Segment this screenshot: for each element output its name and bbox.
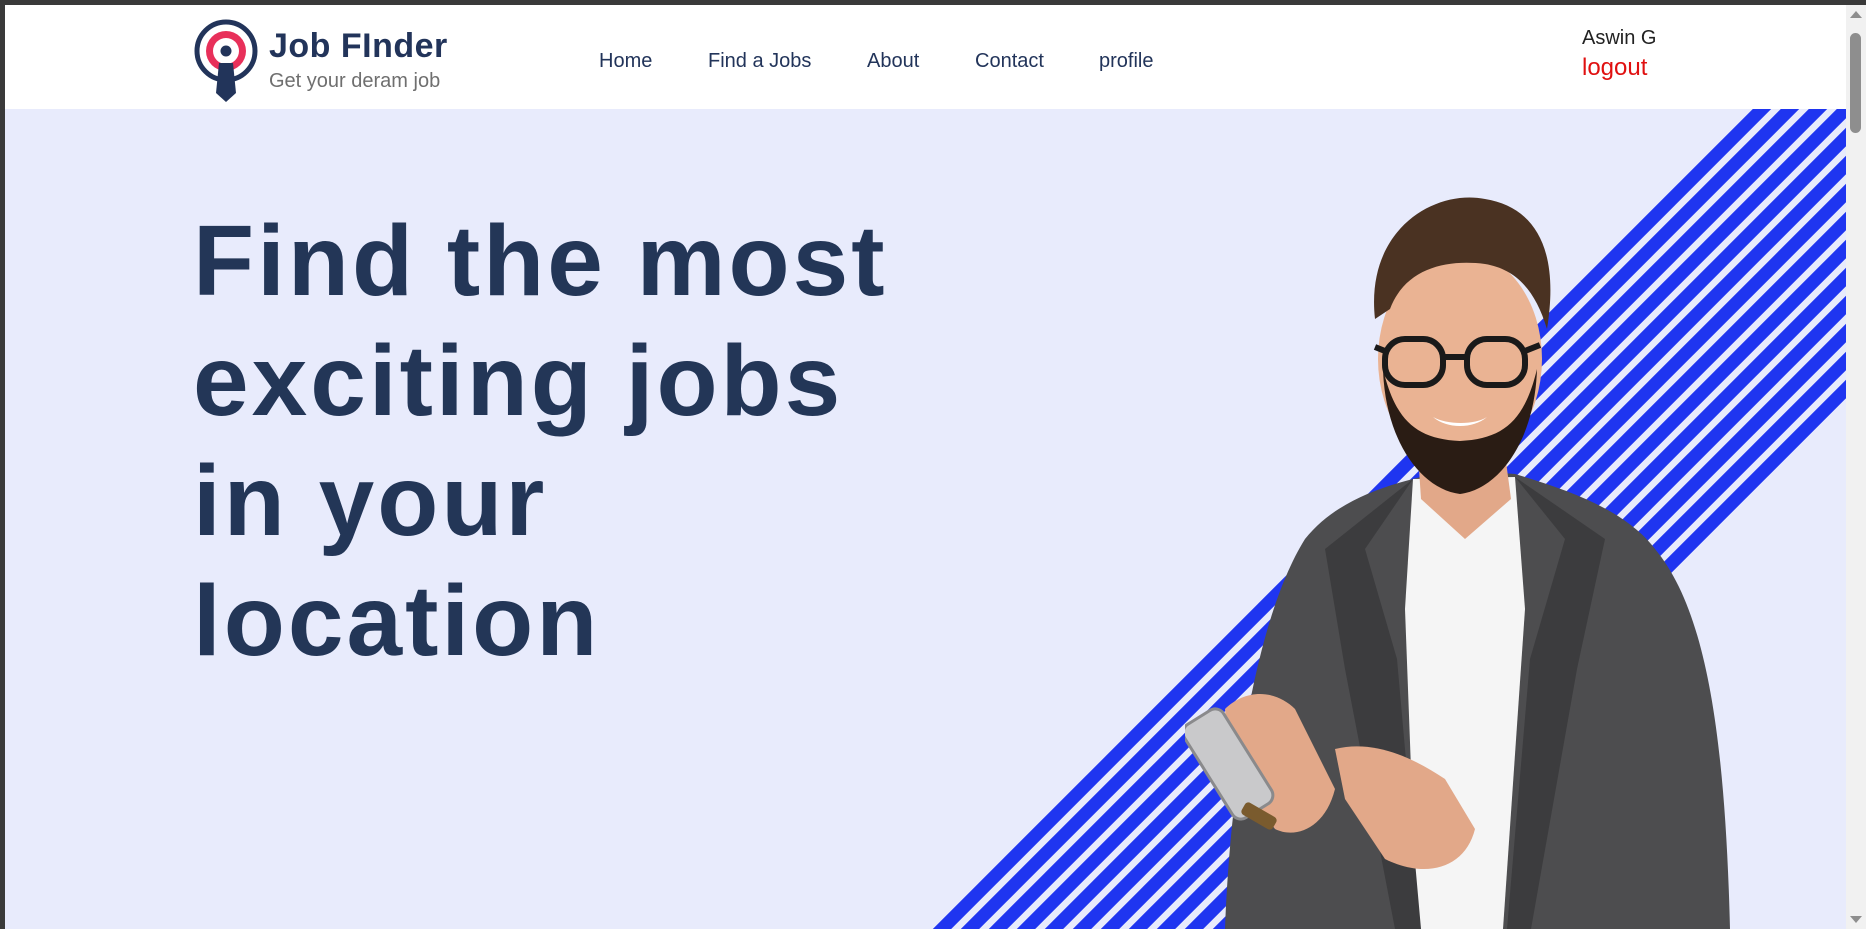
hero-section: Find the most exciting jobs in your loca…: [5, 109, 1846, 929]
logout-link[interactable]: logout: [1582, 54, 1656, 82]
smiling-man-holding-phone-photo: [1185, 197, 1730, 929]
job-finder-logo-icon: [194, 19, 258, 102]
scrollbar-thumb[interactable]: [1850, 33, 1861, 133]
brand-tagline: Get your deram job: [269, 70, 441, 92]
nav-about[interactable]: About: [867, 50, 919, 73]
brand-logo-link[interactable]: Job FInder Get your deram job: [193, 17, 473, 105]
site-header: Job FInder Get your deram job Home Find …: [5, 5, 1846, 109]
nav-home[interactable]: Home: [599, 50, 652, 73]
scroll-down-arrow-icon[interactable]: [1850, 916, 1862, 923]
user-name: Aswin G: [1582, 27, 1657, 49]
brand-title: Job FInder: [269, 27, 448, 65]
hero-headline: Find the most exciting jobs in your loca…: [193, 205, 888, 677]
page-scrollbar[interactable]: [1846, 5, 1866, 929]
nav-profile[interactable]: profile: [1099, 50, 1153, 73]
scroll-up-arrow-icon[interactable]: [1850, 11, 1862, 18]
nav-find-jobs[interactable]: Find a Jobs: [708, 50, 811, 73]
user-menu: Aswin G logout: [1582, 27, 1656, 82]
nav-contact[interactable]: Contact: [975, 50, 1044, 73]
browser-viewport: Job FInder Get your deram job Home Find …: [5, 5, 1846, 929]
